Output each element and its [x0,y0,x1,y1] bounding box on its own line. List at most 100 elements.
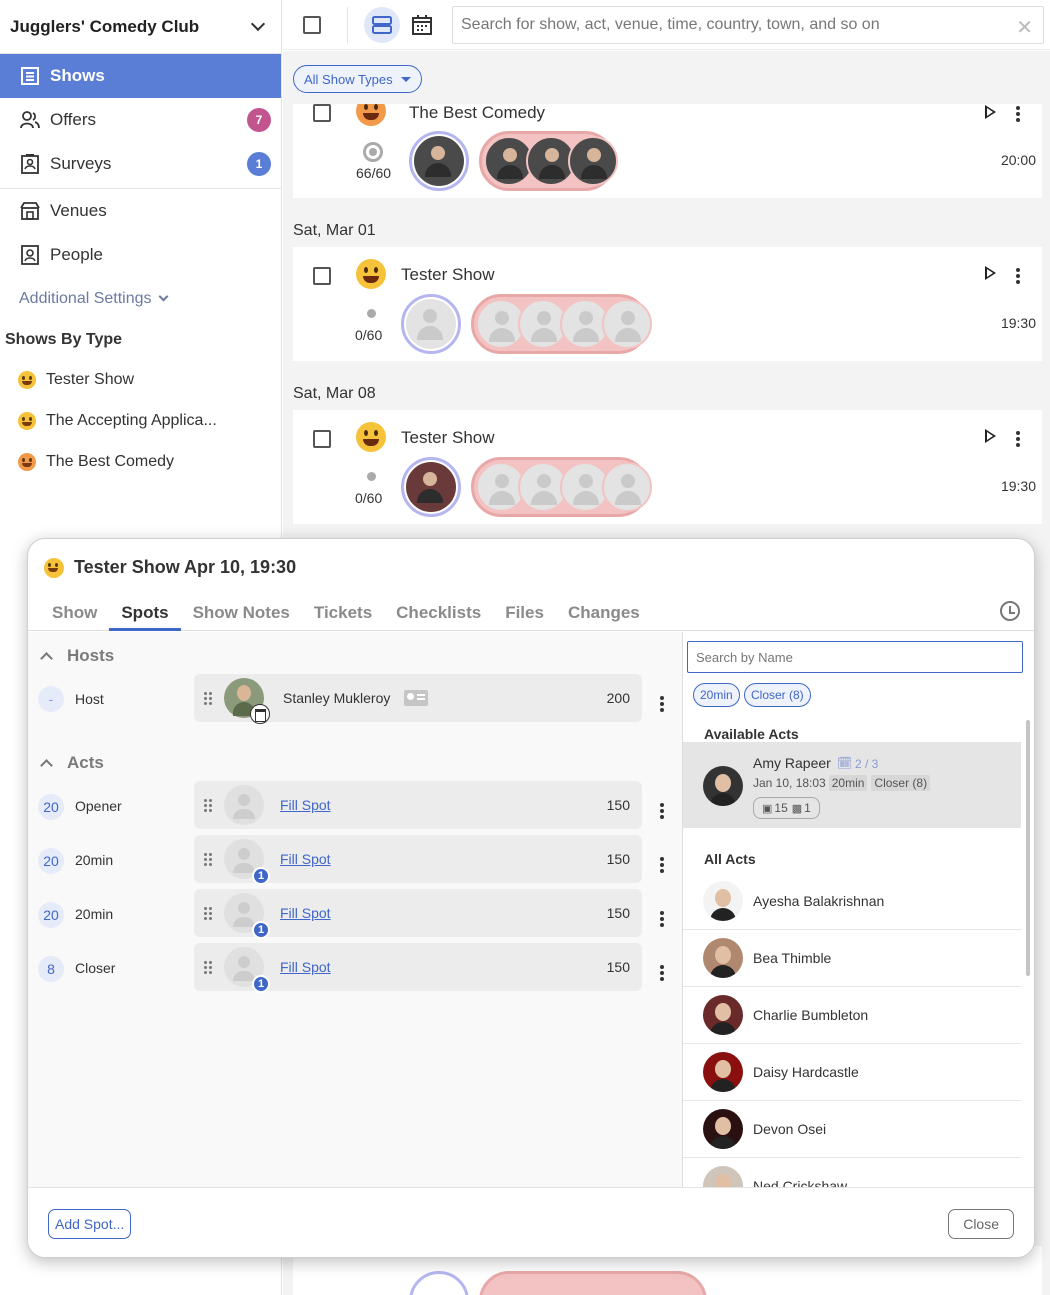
grinning-face-icon [18,370,36,389]
more-options-icon[interactable] [660,702,664,706]
tab-files[interactable]: Files [493,597,556,631]
fill-spot-link[interactable]: Fill Spot [280,797,331,813]
acts-section-toggle[interactable]: Acts [38,753,104,773]
act-list-item[interactable]: Bea Thimble [683,930,1021,987]
spot-fee: 200 [606,690,630,706]
act-list-item[interactable]: Ned Crickshaw [683,1158,1021,1187]
play-icon[interactable] [985,429,996,443]
top-toolbar: Search for show, act, venue, time, count… [283,0,1050,50]
show-card[interactable]: Tester Show 0/60 19:30 [293,247,1042,361]
empty-avatar-icon: 1 [224,839,270,885]
spot-length: 20 [38,848,64,874]
host-slot[interactable] [401,294,461,354]
act-spot-row[interactable]: Fill Spot 150 [194,781,642,829]
filter-chip-closer[interactable]: Closer (8) [744,683,811,707]
more-options-icon[interactable] [660,809,664,813]
available-act-card[interactable]: Amy Rapeer 🗓 2 / 3 Jan 10, 18:03 20min C… [683,742,1021,828]
clear-icon[interactable]: ✕ [1016,15,1033,40]
drag-handle-icon[interactable] [204,692,207,695]
scrollbar[interactable] [1026,720,1030,976]
close-button[interactable]: Close [948,1209,1014,1239]
add-spot-button[interactable]: Add Spot... [48,1209,132,1239]
act-stats: ▣ 15 ▩ 1 [753,797,820,819]
calendar-view-button[interactable] [408,11,436,39]
person-card-icon [20,245,40,265]
nav-people[interactable]: People [0,233,281,277]
act-spot-row[interactable]: 1 Fill Spot 150 [194,889,642,939]
play-icon[interactable] [985,266,996,280]
tab-changes[interactable]: Changes [556,597,652,631]
show-card[interactable]: Tester Show 0/60 19:30 [293,410,1042,524]
act-list-item[interactable]: Ayesha Balakrishnan [683,873,1021,930]
show-checkbox[interactable] [313,104,331,122]
show-title: Tester Show [401,428,495,447]
act-list-item[interactable]: Daisy Hardcastle [683,1044,1021,1101]
act-list-item[interactable]: Devon Osei [683,1101,1021,1158]
fill-spot-link[interactable]: Fill Spot [280,851,331,867]
nav-offers[interactable]: Offers 7 [0,98,281,142]
type-item-best-comedy[interactable]: The Best Comedy [0,441,281,482]
additional-settings-toggle[interactable]: Additional Settings [0,277,281,321]
tab-checklists[interactable]: Checklists [384,597,493,631]
empty-avatar-icon [224,785,264,825]
act-spot-row[interactable]: 1 Fill Spot 150 [194,835,642,885]
show-checkbox[interactable] [313,267,331,285]
fill-spot-link[interactable]: Fill Spot [280,959,331,975]
date-heading: Sat, Mar 08 [293,385,376,402]
search-input[interactable]: Search for show, act, venue, time, count… [452,5,1044,44]
type-item-accepting-applications[interactable]: The Accepting Applica... [0,400,281,441]
drag-handle-icon[interactable] [204,961,207,964]
tab-spots[interactable]: Spots [109,597,181,631]
acts-pane: Search by Name 20min Closer (8) Availabl… [682,632,1034,1187]
show-checkbox[interactable] [313,430,331,448]
show-card[interactable]: The Best Comedy 66/60 20:00 [293,104,1042,198]
list-view-button[interactable] [364,6,400,43]
acts-slots[interactable] [471,457,652,517]
tab-tickets[interactable]: Tickets [302,597,384,631]
tab-show-notes[interactable]: Show Notes [181,597,302,631]
acts-slots[interactable] [471,294,652,354]
hosts-section-toggle[interactable]: Hosts [38,646,114,666]
empty-avatar-icon: 1 [224,893,270,939]
act-spot-row[interactable]: 1 Fill Spot 150 [194,943,642,993]
more-options-icon[interactable] [1016,274,1020,278]
play-icon[interactable] [985,105,996,119]
fill-spot-link[interactable]: Fill Spot [280,905,331,921]
modal-tabs: Show Spots Show Notes Tickets Checklists… [28,597,1034,631]
nav-shows[interactable]: Shows [0,54,281,98]
host-spot-row[interactable]: Stanley Mukleroy 200 [194,674,642,724]
drag-handle-icon[interactable] [204,853,207,856]
club-selector[interactable]: Jugglers' Comedy Club [0,0,281,54]
more-options-icon[interactable] [660,863,664,867]
host-slot[interactable] [401,457,461,517]
more-options-icon[interactable] [660,917,664,921]
spot-length: 20 [38,794,64,820]
act-name: Ayesha Balakrishnan [753,893,885,909]
filter-chip-20min[interactable]: 20min [693,683,740,707]
modal-title: Tester Show Apr 10, 19:30 [44,557,296,578]
acts-slots[interactable] [479,131,618,191]
select-all-checkbox[interactable] [303,15,321,34]
host-slot[interactable] [409,131,469,191]
spot-length: - [38,686,64,712]
drag-handle-icon[interactable] [204,799,207,802]
acts-slots[interactable] [479,1271,707,1295]
surveys-count-badge: 1 [247,152,271,176]
act-list-item[interactable]: Charlie Bumbleton [683,987,1021,1044]
venue-icon [20,201,40,221]
show-modal: Tester Show Apr 10, 19:30 Show Spots Sho… [27,538,1035,1258]
nav-surveys[interactable]: Surveys 1 [0,142,281,186]
type-item-tester-show[interactable]: Tester Show [0,359,281,400]
nav-people-label: People [50,245,103,264]
show-type-filter[interactable]: All Show Types [293,65,422,93]
tab-show[interactable]: Show [40,597,109,631]
more-options-icon[interactable] [1016,437,1020,441]
contact-card-icon[interactable] [404,690,428,706]
drag-handle-icon[interactable] [204,907,207,910]
more-options-icon[interactable] [1016,112,1020,116]
nav-venues[interactable]: Venues [0,189,281,233]
host-slot[interactable] [409,1271,469,1295]
more-options-icon[interactable] [660,971,664,975]
name-search-input[interactable]: Search by Name [687,641,1023,673]
alarm-clock-icon[interactable] [1000,601,1020,621]
